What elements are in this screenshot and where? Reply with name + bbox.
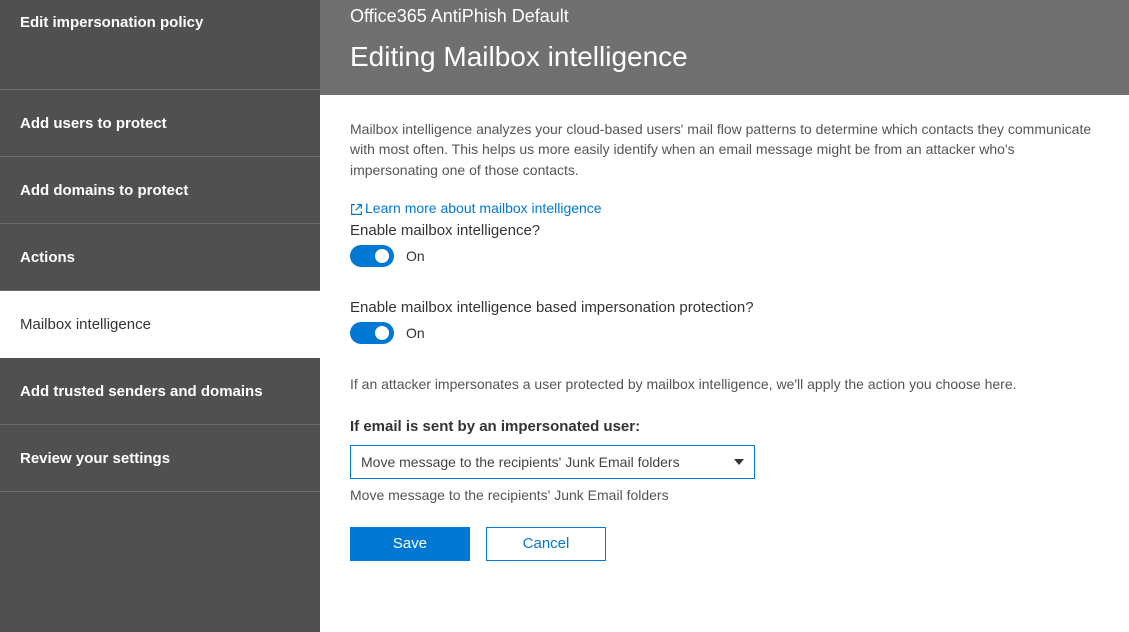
sidebar-item-label: Add domains to protect — [20, 182, 188, 199]
sidebar-item-label: Add trusted senders and domains — [20, 383, 263, 400]
toggle2-label: Enable mailbox intelligence based impers… — [350, 299, 1099, 316]
sidebar-item-actions[interactable]: Actions — [0, 224, 320, 291]
sidebar-item-add-users-to-protect[interactable]: Add users to protect — [0, 90, 320, 157]
content: Mailbox intelligence analyzes your cloud… — [320, 95, 1129, 632]
toggle-enable-impersonation-protection[interactable] — [350, 322, 394, 344]
sidebar-item-edit-impersonation-policy[interactable]: Edit impersonation policy — [0, 0, 320, 90]
cancel-button[interactable]: Cancel — [486, 527, 606, 561]
learn-more-row: Learn more about mailbox intelligence — [350, 200, 1099, 216]
sidebar-item-add-domains-to-protect[interactable]: Add domains to protect — [0, 157, 320, 224]
sidebar: Edit impersonation policy Add users to p… — [0, 0, 320, 632]
toggle1-state: On — [406, 248, 425, 264]
header-context: Office365 AntiPhish Default — [350, 6, 1099, 27]
sidebar-item-label: Add users to protect — [20, 115, 167, 132]
button-row: Save Cancel — [350, 527, 1099, 561]
toggle2-row: On — [350, 322, 1099, 344]
impersonated-user-action-select[interactable]: Move message to the recipients' Junk Ema… — [350, 445, 755, 479]
main: Office365 AntiPhish Default Editing Mail… — [320, 0, 1129, 632]
learn-more-link[interactable]: Learn more about mailbox intelligence — [350, 200, 602, 216]
select-echo: Move message to the recipients' Junk Ema… — [350, 487, 1099, 503]
sidebar-item-review-your-settings[interactable]: Review your settings — [0, 425, 320, 492]
learn-more-label: Learn more about mailbox intelligence — [365, 200, 602, 216]
toggle-enable-mailbox-intelligence[interactable] — [350, 245, 394, 267]
external-link-icon — [350, 200, 363, 216]
toggle2-state: On — [406, 325, 425, 341]
toggle-knob — [375, 326, 389, 340]
page-title: Editing Mailbox intelligence — [350, 41, 1099, 73]
sidebar-item-label: Review your settings — [20, 450, 170, 467]
sidebar-item-label: Actions — [20, 249, 75, 266]
toggle-knob — [375, 249, 389, 263]
select-label: If email is sent by an impersonated user… — [350, 418, 1099, 435]
sidebar-item-label: Mailbox intelligence — [20, 316, 151, 333]
toggle1-label: Enable mailbox intelligence? — [350, 222, 1099, 239]
sidebar-item-mailbox-intelligence[interactable]: Mailbox intelligence — [0, 291, 320, 358]
description: Mailbox intelligence analyzes your cloud… — [350, 119, 1099, 180]
header: Office365 AntiPhish Default Editing Mail… — [320, 0, 1129, 95]
toggle1-row: On — [350, 245, 1099, 267]
save-button[interactable]: Save — [350, 527, 470, 561]
sidebar-item-label: Edit impersonation policy — [20, 14, 203, 31]
action-description: If an attacker impersonates a user prote… — [350, 376, 1099, 392]
sidebar-item-add-trusted-senders-and-domains[interactable]: Add trusted senders and domains — [0, 358, 320, 425]
